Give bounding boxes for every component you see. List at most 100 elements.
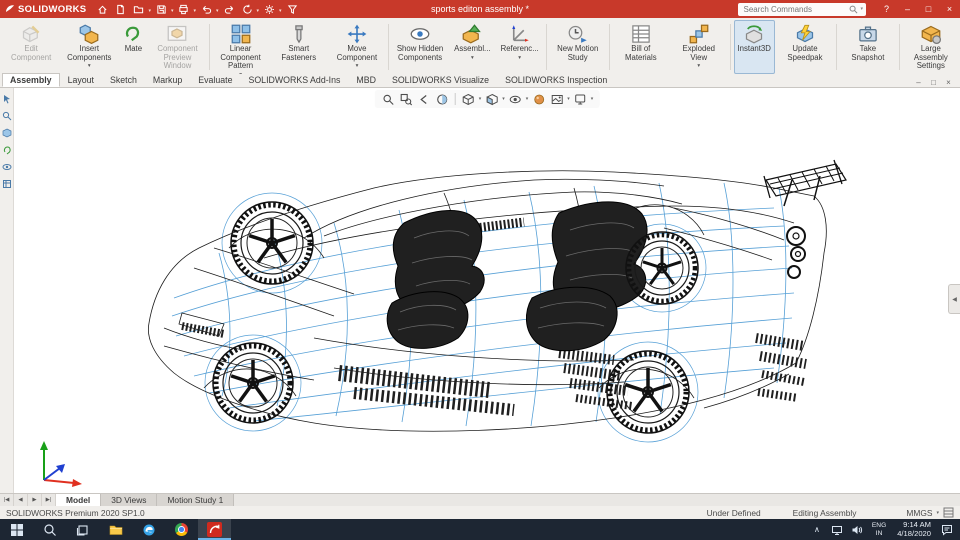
chrome-browser-button[interactable]: [165, 519, 198, 540]
rebuild-button[interactable]: [239, 1, 256, 17]
show-hidden-components-button[interactable]: Show Hidden Components: [392, 20, 448, 74]
left-toolbar-icon[interactable]: [2, 162, 12, 172]
edge-browser-button[interactable]: [132, 519, 165, 540]
bill-of-materials-button[interactable]: Bill of Materials: [613, 20, 669, 74]
previous-tab-button[interactable]: ◀: [14, 494, 28, 506]
maximize-button[interactable]: □: [918, 0, 939, 18]
chevron-down-icon[interactable]: ▾: [257, 8, 260, 14]
left-toolbar-icon[interactable]: [2, 128, 12, 138]
task-view-button[interactable]: [66, 519, 99, 540]
tab-mbd[interactable]: MBD: [348, 73, 384, 87]
volume-icon[interactable]: [848, 519, 866, 540]
units-selector[interactable]: MMGS: [906, 508, 932, 518]
tab-evaluate[interactable]: Evaluate: [190, 73, 240, 87]
first-tab-button[interactable]: |◀: [0, 494, 14, 506]
wheel-front-left[interactable]: [230, 201, 314, 285]
zoom-to-fit-button[interactable]: [381, 92, 396, 107]
last-tab-button[interactable]: ▶|: [42, 494, 56, 506]
doc-minimize-button[interactable]: –: [911, 78, 926, 87]
search-icon[interactable]: [849, 5, 858, 14]
chevron-down-icon[interactable]: ▾: [567, 96, 570, 102]
insert-components-button[interactable]: Insert Components ▾: [61, 20, 117, 74]
taskbar-clock[interactable]: 9:14 AM 4/18/2020: [892, 520, 936, 538]
chevron-down-icon[interactable]: ▾: [860, 6, 863, 12]
open-button[interactable]: [130, 1, 147, 17]
left-toolbar-icon[interactable]: [2, 179, 12, 189]
home-button[interactable]: [94, 1, 111, 17]
edit-component-button[interactable]: Edit Component: [3, 20, 59, 74]
chevron-down-icon[interactable]: ▾: [518, 55, 521, 61]
chevron-down-icon[interactable]: ▾: [936, 510, 939, 516]
zoom-to-area-button[interactable]: [399, 92, 414, 107]
hide-show-items-button[interactable]: [508, 92, 523, 107]
options-button[interactable]: [261, 1, 278, 17]
left-toolbar-icon[interactable]: [2, 145, 12, 155]
tray-expand-chevron[interactable]: ∧: [808, 519, 826, 540]
minimize-button[interactable]: –: [897, 0, 918, 18]
reference-geometry-button[interactable]: Referenc... ▾: [497, 20, 543, 74]
component-preview-window-button[interactable]: Component Preview Window: [149, 20, 205, 74]
large-assembly-settings-button[interactable]: Large Assembly Settings: [903, 20, 959, 74]
chevron-down-icon[interactable]: ▾: [526, 96, 529, 102]
left-toolbar-icon[interactable]: [2, 94, 12, 104]
redo-button[interactable]: [221, 1, 238, 17]
print-button[interactable]: [175, 1, 192, 17]
mate-button[interactable]: Mate: [119, 20, 147, 74]
take-snapshot-button[interactable]: Take Snapshot: [840, 20, 896, 74]
search-input[interactable]: [741, 3, 850, 15]
chevron-down-icon[interactable]: ▾: [88, 63, 91, 69]
start-button[interactable]: [0, 519, 33, 540]
display-style-button[interactable]: [484, 92, 499, 107]
help-button[interactable]: ?: [876, 0, 897, 18]
instant3d-button[interactable]: Instant3D: [733, 20, 775, 74]
solidworks-taskbar-button[interactable]: [198, 519, 231, 540]
doc-close-button[interactable]: ×: [941, 78, 956, 87]
car-wireframe-model[interactable]: [14, 88, 960, 493]
file-explorer-button[interactable]: [99, 519, 132, 540]
assembly-features-button[interactable]: Assembl... ▾: [450, 20, 494, 74]
task-pane-collapse-tab[interactable]: ◀: [948, 284, 960, 314]
section-view-button[interactable]: [435, 92, 450, 107]
view-settings-button[interactable]: [573, 92, 588, 107]
tab-3d-views[interactable]: 3D Views: [101, 494, 158, 506]
selection-filter-button[interactable]: [284, 1, 301, 17]
tab-assembly[interactable]: Assembly: [2, 73, 60, 87]
save-button[interactable]: [153, 1, 170, 17]
exploded-view-button[interactable]: Exploded View ▾: [671, 20, 727, 74]
search-commands-box[interactable]: ▾: [738, 2, 866, 16]
update-speedpak-button[interactable]: Update Speedpak: [777, 20, 833, 74]
undo-button[interactable]: [198, 1, 215, 17]
chevron-down-icon[interactable]: ▾: [279, 8, 282, 14]
chevron-down-icon[interactable]: ▾: [697, 63, 700, 69]
network-icon[interactable]: [828, 519, 846, 540]
chevron-down-icon[interactable]: ▾: [216, 8, 219, 14]
graphics-area[interactable]: ▾ ▾ ▾ ▾ ▾ ◀: [14, 88, 960, 493]
chevron-down-icon[interactable]: ▾: [502, 96, 505, 102]
tab-markup[interactable]: Markup: [145, 73, 190, 87]
chevron-down-icon[interactable]: ▾: [356, 63, 359, 69]
left-toolbar-icon[interactable]: [2, 111, 12, 121]
rear-wing[interactable]: [763, 159, 847, 207]
action-center-icon[interactable]: [938, 519, 956, 540]
chevron-down-icon[interactable]: ▾: [171, 8, 174, 14]
previous-view-button[interactable]: [417, 92, 432, 107]
tab-solidworks-visualize[interactable]: SOLIDWORKS Visualize: [384, 73, 497, 87]
chevron-down-icon[interactable]: ▾: [193, 8, 196, 14]
chevron-down-icon[interactable]: ▾: [148, 8, 151, 14]
chevron-down-icon[interactable]: ▾: [471, 55, 474, 61]
taskbar-search-button[interactable]: [33, 519, 66, 540]
new-motion-study-button[interactable]: New Motion Study: [550, 20, 606, 74]
tab-solidworks-inspection[interactable]: SOLIDWORKS Inspection: [497, 73, 615, 87]
move-component-button[interactable]: Move Component ▾: [329, 20, 385, 74]
status-options-icon[interactable]: [943, 507, 954, 518]
next-tab-button[interactable]: ▶: [28, 494, 42, 506]
linear-component-pattern-button[interactable]: Linear Component Pattern▾: [212, 20, 268, 78]
chevron-down-icon[interactable]: ▾: [479, 96, 482, 102]
edit-appearance-button[interactable]: [531, 92, 546, 107]
tab-layout[interactable]: Layout: [60, 73, 102, 87]
tab-motion-study-1[interactable]: Motion Study 1: [157, 494, 235, 506]
tab-solidworks-add-ins[interactable]: SOLIDWORKS Add-Ins: [240, 73, 348, 87]
smart-fasteners-button[interactable]: Smart Fasteners: [271, 20, 327, 74]
language-indicator[interactable]: ENG IN: [868, 522, 890, 537]
close-button[interactable]: ×: [939, 0, 960, 18]
